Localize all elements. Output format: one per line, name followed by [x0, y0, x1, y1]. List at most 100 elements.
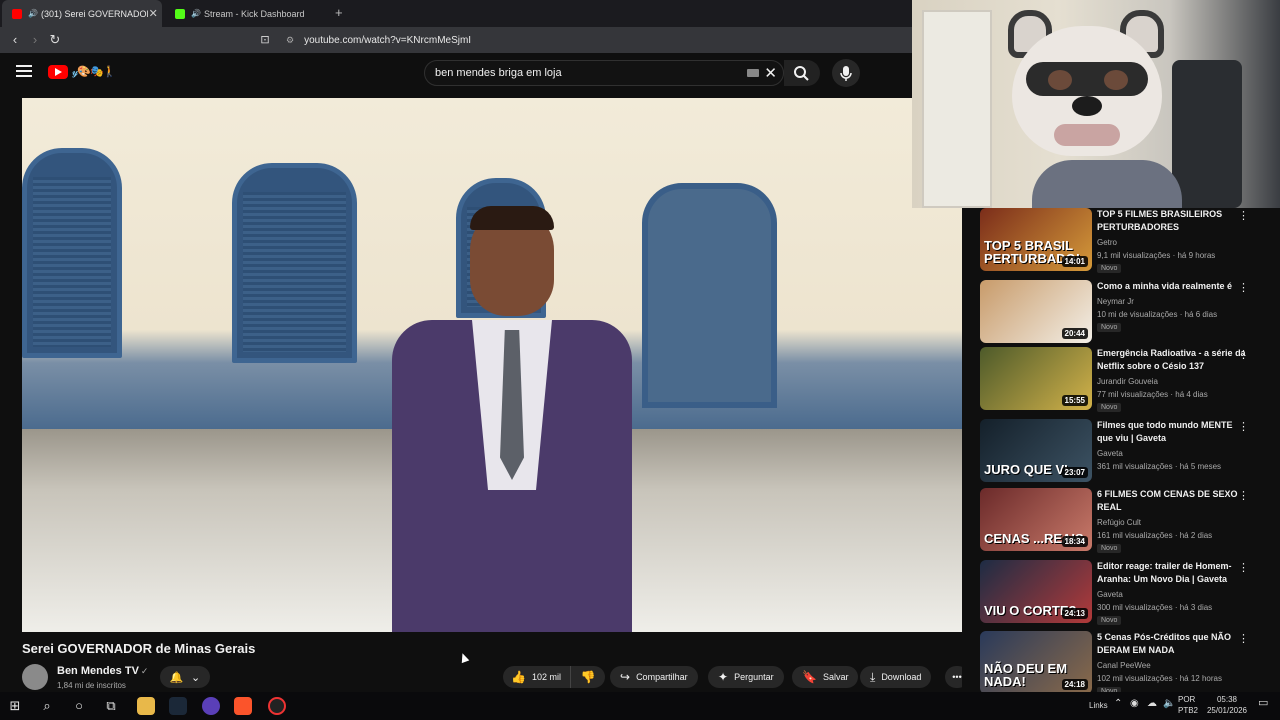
clock-time: 05:38: [1216, 695, 1238, 704]
cortana-icon[interactable]: ○: [70, 698, 88, 714]
channel-name[interactable]: Ben Mendes TV ✓: [57, 665, 148, 677]
url-field[interactable]: ⚙ youtube.com/watch?v=KNrcmMeSjmI: [280, 30, 912, 50]
mouse-cursor-icon: [458, 651, 470, 664]
volume-icon[interactable]: 🔈: [1163, 699, 1175, 709]
microphone-icon: [840, 66, 852, 81]
recommendation-title[interactable]: Emergência Radioativa - a série da Netfl…: [1097, 347, 1247, 373]
subscribed-bell-button[interactable]: 🔔 ⌄: [160, 666, 210, 688]
speaker-icon[interactable]: 🔊: [28, 9, 38, 18]
new-tab-plus-icon[interactable]: +: [335, 5, 343, 20]
task-view-icon[interactable]: ⧉: [102, 698, 120, 714]
recommendation-item[interactable]: CENAS ...REAIS 18:34 6 FILMES COM CENAS DE…: [980, 488, 1280, 553]
recommendation-title[interactable]: 5 Cenas Pós-Créditos que NÃO DERAM EM NA…: [1097, 631, 1247, 657]
reload-icon[interactable]: ↻: [46, 31, 64, 49]
channel-avatar[interactable]: [22, 664, 48, 690]
sidebar-scrollbar[interactable]: [1272, 208, 1280, 692]
recommendation-channel[interactable]: Refúgio Cult: [1097, 516, 1141, 529]
browser-tab-strip: 🔊 (301) Serei GOVERNADOR de Minas Gerais…: [0, 0, 912, 27]
search-icon[interactable]: ⌕: [38, 698, 56, 714]
recommendation-title[interactable]: Filmes que todo mundo MENTE que viu | Ga…: [1097, 419, 1247, 445]
obs-icon[interactable]: [268, 697, 286, 715]
recommendation-channel[interactable]: Canal PeeWee: [1097, 659, 1151, 672]
recommendation-channel[interactable]: Gaveta: [1097, 447, 1123, 460]
recommendation-item[interactable]: 15:55 Emergência Radioativa - a série da …: [980, 347, 1280, 412]
language-indicator[interactable]: POR PTB2: [1178, 696, 1198, 715]
more-vertical-icon[interactable]: ⋮: [1238, 281, 1249, 294]
recommendation-item[interactable]: TOP 5 BRASIL PERTURBADO! 14:01 TOP 5 FILME…: [980, 208, 1280, 273]
app-icon[interactable]: [202, 697, 220, 715]
search-button[interactable]: [784, 60, 820, 86]
brave-browser-icon[interactable]: [234, 697, 252, 715]
language-code: POR: [1178, 695, 1196, 704]
recommendation-item[interactable]: 20:44 Como a minha vida realmente é Neymar…: [980, 280, 1280, 344]
youtube-logo-icon[interactable]: [48, 65, 68, 79]
recommendations-sidebar: TOP 5 BRASIL PERTURBADO! 14:01 TOP 5 FILME…: [962, 208, 1280, 692]
video-thumbnail[interactable]: CENAS ...REAIS 18:34: [980, 488, 1092, 551]
new-badge: Novo: [1097, 323, 1122, 332]
recommendation-item[interactable]: JURO QUE VI 23:07 Filmes que todo mundo ME…: [980, 419, 1280, 483]
recommendation-channel[interactable]: Neymar Jr: [1097, 295, 1134, 308]
hamburger-menu-icon[interactable]: [16, 65, 32, 79]
recommendation-item[interactable]: VIU O CORTE? 24:13 Editor reage: trailer d…: [980, 560, 1280, 625]
more-vertical-icon[interactable]: ⋮: [1238, 348, 1249, 361]
recommendation-channel[interactable]: Jurandir Gouveia: [1097, 375, 1158, 388]
video-thumbnail[interactable]: 15:55: [980, 347, 1092, 410]
recommendation-title[interactable]: Editor reage: trailer de Homem-Aranha: U…: [1097, 560, 1247, 586]
more-vertical-icon[interactable]: ⋮: [1238, 420, 1249, 433]
like-button[interactable]: 👍 102 mil: [503, 666, 571, 688]
cloud-icon[interactable]: ☁: [1147, 699, 1157, 709]
share-button[interactable]: ↪ Compartilhar: [610, 666, 698, 688]
video-thumbnail[interactable]: JURO QUE VI 23:07: [980, 419, 1092, 482]
voice-search-button[interactable]: [832, 59, 860, 87]
more-vertical-icon[interactable]: ⋮: [1238, 561, 1249, 574]
recommendation-item[interactable]: NÃO DEU EM NADA! 24:18 5 Cenas Pós-Crédito…: [980, 631, 1280, 692]
tab-kick[interactable]: 🔊 Stream - Kick Dashboard: [165, 0, 315, 27]
search-input[interactable]: ben mendes briga em loja ✕: [424, 60, 784, 86]
tab-title: Stream - Kick Dashboard: [203, 8, 305, 19]
recommendation-meta: 161 mil visualizações · há 2 dias: [1097, 531, 1213, 540]
keyboard-icon[interactable]: [747, 69, 759, 77]
recommendation-channel[interactable]: Getro: [1097, 236, 1117, 249]
close-tab-icon[interactable]: ✕: [148, 7, 158, 20]
site-info-icon[interactable]: ⚙: [286, 35, 294, 46]
recommendation-title[interactable]: Como a minha vida realmente é: [1097, 280, 1247, 293]
search-icon: [794, 66, 809, 81]
recommendation-title[interactable]: 6 FILMES COM CENAS DE SEXO REAL: [1097, 488, 1247, 514]
tray-chevron-icon[interactable]: ⌃: [1114, 699, 1122, 709]
video-player[interactable]: [22, 98, 962, 632]
clear-search-icon[interactable]: ✕: [764, 64, 777, 82]
video-frame-door: [642, 183, 777, 408]
recommendation-channel[interactable]: Gaveta: [1097, 588, 1123, 601]
windows-start-icon[interactable]: ⊞: [6, 698, 24, 714]
steam-icon[interactable]: [169, 697, 187, 715]
download-button[interactable]: ⤓ Download: [860, 666, 932, 688]
file-explorer-icon[interactable]: [137, 697, 155, 715]
more-vertical-icon[interactable]: ⋮: [1238, 632, 1249, 645]
forward-arrow-icon[interactable]: ›: [26, 31, 44, 49]
more-vertical-icon[interactable]: ⋮: [1238, 489, 1249, 502]
notification-icon[interactable]: ▭: [1258, 698, 1268, 709]
video-duration: 18:34: [1061, 536, 1088, 547]
more-vertical-icon[interactable]: ⋮: [1238, 209, 1249, 222]
youtube-doodle[interactable]: 𝓎🎨🎭🚶: [72, 65, 116, 79]
share-icon: ↪: [620, 670, 631, 684]
video-thumbnail[interactable]: 20:44: [980, 280, 1092, 343]
network-icon[interactable]: ◉: [1130, 699, 1139, 709]
back-arrow-icon[interactable]: ‹: [6, 31, 24, 49]
recommendation-title[interactable]: TOP 5 FILMES BRASILEIROS PERTURBADORES: [1097, 208, 1247, 234]
video-thumbnail[interactable]: VIU O CORTE? 24:13: [980, 560, 1092, 623]
video-thumbnail[interactable]: TOP 5 BRASIL PERTURBADO! 14:01: [980, 208, 1092, 271]
speaker-icon[interactable]: 🔊: [191, 9, 201, 18]
bookmark-icon[interactable]: ⊡: [256, 31, 274, 49]
tab-youtube[interactable]: 🔊 (301) Serei GOVERNADOR de Minas Gerais…: [2, 0, 162, 27]
links-toolbar[interactable]: Links: [1089, 702, 1108, 710]
clock[interactable]: 05:38 25/01/2026: [1203, 696, 1251, 715]
ask-button[interactable]: ✦ Perguntar: [708, 666, 784, 688]
recommendation-meta: 102 mil visualizações · há 12 horas: [1097, 674, 1222, 683]
dislike-button[interactable]: 👎: [571, 670, 605, 684]
keyboard-layout: PTB2: [1178, 706, 1199, 715]
webcam-overlay: [912, 0, 1280, 208]
more-horizontal-icon: •••: [952, 672, 962, 682]
save-button[interactable]: 🔖 Salvar: [792, 666, 859, 688]
video-thumbnail[interactable]: NÃO DEU EM NADA! 24:18: [980, 631, 1092, 692]
